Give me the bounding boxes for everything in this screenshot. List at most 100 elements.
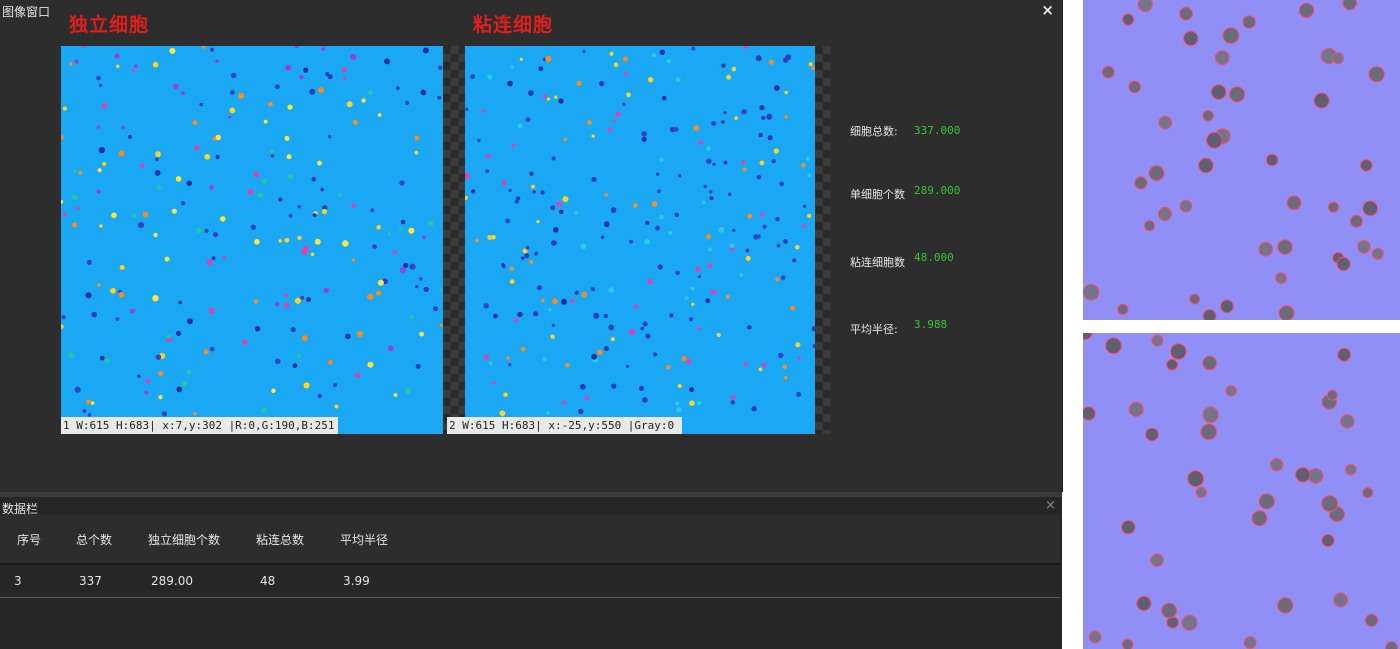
cell-marker: [648, 77, 654, 83]
adherent-cell-image-view[interactable]: [465, 46, 815, 434]
cell-marker: [732, 228, 736, 232]
cell-marker: [399, 180, 405, 186]
cell-marker: [309, 88, 316, 95]
cell-marker: [72, 222, 77, 228]
cell-marker: [1210, 84, 1227, 100]
cell-marker: [204, 228, 209, 233]
cell-marker: [666, 58, 671, 64]
cell-marker: [622, 102, 626, 107]
cell-marker: [488, 361, 493, 366]
cell-marker: [393, 250, 397, 255]
cell-marker: [1202, 309, 1217, 320]
cell-marker: [432, 306, 439, 312]
cell-marker: [1143, 220, 1156, 232]
column-header[interactable]: 平均半径: [340, 531, 388, 548]
column-header[interactable]: 序号: [17, 531, 41, 548]
cell-marker: [268, 101, 273, 107]
cell-marker: [180, 201, 186, 206]
single-cell-markers: [61, 46, 443, 417]
cell-marker: [688, 317, 694, 322]
cell-marker: [536, 220, 540, 224]
cell-marker: [697, 401, 702, 406]
cell-marker: [144, 390, 149, 395]
cell-marker: [320, 187, 325, 192]
column-header[interactable]: 粘连总数: [256, 531, 304, 548]
cell-marker: [166, 334, 171, 339]
data-panel-close-icon[interactable]: ×: [1045, 498, 1056, 513]
cell-marker: [628, 329, 635, 336]
cell-marker: [345, 333, 351, 340]
cell-marker: [1202, 406, 1219, 423]
cell-marker: [604, 193, 609, 197]
cell-marker: [532, 190, 536, 194]
cell-marker: [342, 240, 349, 247]
cell-marker: [758, 132, 763, 138]
cell-marker: [61, 324, 64, 329]
cell-marker: [675, 77, 681, 83]
cell-marker: [734, 116, 738, 120]
cell-marker: [396, 86, 400, 90]
cell-marker: [481, 109, 486, 113]
table-row[interactable]: 3 337 289.00 48 3.99: [0, 565, 1060, 598]
cell-marker: [792, 258, 797, 263]
data-table: 序号 总个数 独立细胞个数 粘连总数 平均半径 3 337 289.00 48 …: [0, 515, 1060, 598]
cell-marker: [689, 387, 695, 393]
cell-marker: [1225, 385, 1237, 397]
cell-marker: [783, 239, 788, 244]
cell-marker: [741, 160, 746, 165]
cell-marker: [745, 255, 751, 261]
cell-marker: [644, 238, 650, 245]
cell-marker: [321, 47, 326, 52]
cell-marker: [297, 235, 302, 241]
cell-marker: [590, 286, 595, 292]
cell-marker: [744, 362, 749, 367]
cell-marker: [610, 337, 615, 342]
column-header[interactable]: 独立细胞个数: [148, 531, 220, 548]
column-header[interactable]: 总个数: [76, 531, 112, 548]
cell-marker: [196, 227, 203, 234]
cell-marker: [711, 121, 716, 126]
cell-marker: [68, 352, 74, 359]
cell-marker: [698, 140, 704, 145]
cell-marker: [803, 204, 807, 208]
cell-marker: [254, 239, 260, 245]
cell-marker: [261, 408, 267, 413]
cell-marker: [275, 84, 280, 89]
mean-radius-label: 平均半径:: [850, 323, 898, 336]
cell-marker: [1181, 614, 1198, 631]
cell-marker: [1331, 52, 1344, 65]
cell-marker: [747, 325, 752, 330]
canvas-border-right: [815, 46, 831, 434]
cell-marker: [593, 312, 600, 319]
cell-marker: [222, 256, 226, 260]
cell-marker: [367, 361, 374, 368]
cell-marker: [342, 76, 347, 81]
cell-marker: [137, 374, 141, 378]
cell-marker: [405, 100, 410, 105]
single-cells-label: 单细胞个数: [850, 188, 905, 201]
cell-marker: [414, 135, 420, 141]
cell-marker: [283, 293, 288, 298]
cell-marker: [591, 176, 597, 183]
cell-marker: [645, 333, 651, 339]
cell-marker: [311, 176, 317, 182]
cell-marker: [377, 113, 382, 117]
cell-marker: [306, 297, 312, 303]
cell-marker: [784, 115, 788, 119]
cell-marker: [501, 180, 507, 186]
cell-marker: [1286, 195, 1302, 211]
cell-marker: [1340, 414, 1355, 429]
cell-marker: [275, 302, 280, 307]
cell-marker: [387, 232, 392, 236]
cell-marker: [782, 364, 787, 369]
image-window-close-icon[interactable]: ×: [1041, 1, 1054, 19]
cell-marker: [178, 300, 182, 305]
cell-marker: [661, 95, 667, 101]
cell-marker: [689, 400, 695, 407]
cell-marker: [558, 209, 564, 215]
left-panel-title: 独立细胞: [69, 14, 150, 36]
cell-marker: [705, 234, 711, 240]
cell-marker: [215, 134, 221, 141]
single-cell-image-view[interactable]: [61, 46, 443, 434]
cell-marker: [641, 137, 647, 142]
